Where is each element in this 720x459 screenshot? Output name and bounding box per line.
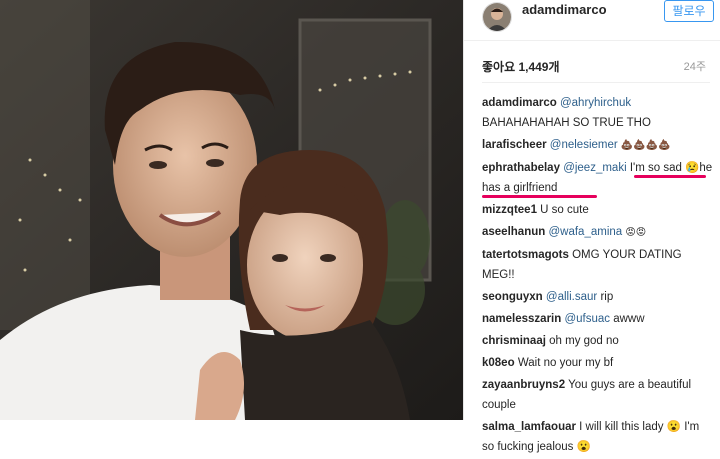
post-header: adamdimarco 팔로우: [464, 0, 720, 41]
comment-user[interactable]: mizzqtee1: [482, 204, 537, 216]
comment-user[interactable]: ephrathabelay: [482, 162, 560, 174]
divider: [482, 82, 710, 83]
comment-user[interactable]: adamdimarco: [482, 97, 557, 109]
likes-count[interactable]: 좋아요 1,449개: [482, 58, 560, 75]
comment-mention[interactable]: @ahryhirchuk: [560, 97, 631, 109]
comment-mention[interactable]: @alli.saur: [546, 291, 597, 303]
comment-mention[interactable]: @wafa_amina: [548, 226, 622, 238]
comment-user[interactable]: aseelhanun: [482, 226, 545, 238]
comment: aseelhanun @wafa_amina 😡😡: [482, 222, 714, 243]
comment-list: adamdimarco @ahryhirchuk BAHAHAHAHAH SO …: [482, 93, 714, 459]
comment-highlighted: ephrathabelay @jeez_maki I'm so sad 😢he …: [482, 158, 714, 198]
comment-text: 💩💩💩💩: [620, 140, 671, 151]
comment-user[interactable]: k08eo: [482, 357, 515, 369]
comment-text: Wait no your my bf: [517, 357, 614, 369]
avatar[interactable]: [482, 2, 512, 32]
comment: chrisminaaj oh my god no: [482, 331, 714, 351]
comment: mizzqtee1 U so cute: [482, 200, 714, 220]
comment-mention[interactable]: @nelesiemer: [550, 139, 618, 151]
comment-text: rip: [600, 291, 614, 303]
instagram-post: adamdimarco 팔로우 좋아요 1,449개 24주 adamdimar…: [0, 0, 720, 453]
comment: larafischeer @nelesiemer 💩💩💩💩: [482, 135, 714, 156]
comment-text: 😡😡: [625, 227, 647, 238]
comment-text: awww: [613, 313, 645, 325]
comment-user[interactable]: larafischeer: [482, 139, 547, 151]
comment: namelesszarin @ufsuac awww: [482, 309, 714, 329]
comment: seonguyxn @alli.saur rip: [482, 287, 714, 307]
comment-user[interactable]: tatertotsmagots: [482, 249, 569, 261]
comment: salma_lamfaouar I will kill this lady 😮 …: [482, 417, 714, 457]
comment-text: oh my god no: [549, 335, 619, 347]
comment-mention[interactable]: @ufsuac: [564, 313, 610, 325]
comment-text: U so cute: [540, 204, 589, 216]
username[interactable]: adamdimarco: [522, 2, 607, 17]
comment-user[interactable]: zayaanbruyns2: [482, 379, 565, 391]
comment-user[interactable]: chrisminaaj: [482, 335, 546, 347]
comments-panel: adamdimarco 팔로우 좋아요 1,449개 24주 adamdimar…: [463, 0, 720, 453]
comment-user[interactable]: salma_lamfaouar: [482, 421, 576, 433]
comment-user[interactable]: namelesszarin: [482, 313, 561, 325]
comment: tatertotsmagots OMG YOUR DATING MEG!!: [482, 245, 714, 285]
post-time: 24주: [683, 61, 706, 73]
comment-user[interactable]: seonguyxn: [482, 291, 543, 303]
comment: zayaanbruyns2 You guys are a beautiful c…: [482, 375, 714, 415]
highlight-underline: [482, 195, 597, 198]
comment-text: BAHAHAHAHAH SO TRUE THO: [482, 117, 651, 129]
comment-mention[interactable]: @jeez_maki: [563, 162, 626, 174]
comment: k08eo Wait no your my bf: [482, 353, 714, 373]
comment: adamdimarco @ahryhirchuk BAHAHAHAHAH SO …: [482, 93, 714, 133]
post-photo[interactable]: [0, 0, 463, 420]
highlight-underline: [634, 175, 706, 178]
follow-button[interactable]: 팔로우: [664, 0, 714, 22]
